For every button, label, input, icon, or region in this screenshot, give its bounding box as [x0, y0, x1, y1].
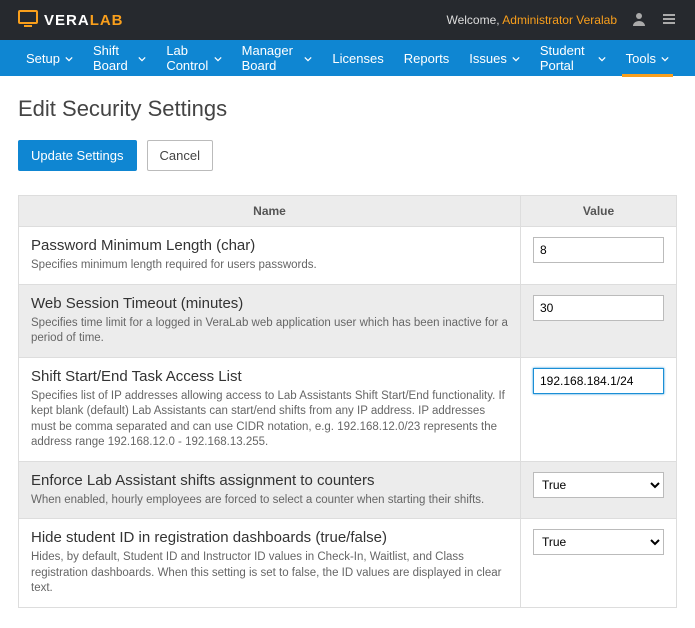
welcome-text: Welcome, Administrator Veralab [446, 13, 617, 27]
table-row: Web Session Timeout (minutes) Specifies t… [19, 284, 677, 357]
cancel-button[interactable]: Cancel [147, 140, 213, 171]
setting-desc: Specifies minimum length required for us… [31, 258, 508, 274]
menu-label: Issues [469, 51, 507, 66]
menu-reports[interactable]: Reports [396, 40, 458, 76]
topbar-right: Welcome, Administrator Veralab [446, 11, 677, 30]
menu-setup[interactable]: Setup [18, 40, 81, 76]
monitor-icon [18, 10, 38, 31]
page-title: Edit Security Settings [18, 96, 677, 122]
chevron-down-icon [512, 51, 520, 66]
setting-input[interactable] [533, 295, 664, 321]
menu-label: Setup [26, 51, 60, 66]
chevron-down-icon [214, 51, 222, 66]
setting-select[interactable]: True [533, 529, 664, 555]
menu-lab-control[interactable]: Lab Control [158, 40, 229, 76]
setting-input[interactable] [533, 237, 664, 263]
value-cell [521, 357, 677, 461]
setting-name: Enforce Lab Assistant shifts assignment … [31, 472, 508, 489]
value-cell [521, 284, 677, 357]
chevron-down-icon [661, 51, 669, 66]
chevron-down-icon [138, 51, 146, 66]
chevron-down-icon [65, 51, 73, 66]
logo-text: VERALAB [44, 12, 124, 29]
menu-licenses[interactable]: Licenses [324, 40, 391, 76]
menu-label: Tools [626, 51, 656, 66]
setting-cell: Web Session Timeout (minutes) Specifies t… [19, 284, 521, 357]
setting-desc: Specifies list of IP addresses allowing … [31, 389, 508, 451]
chevron-down-icon [598, 51, 606, 66]
page-content: Edit Security Settings Update Settings C… [0, 76, 695, 628]
setting-select[interactable]: True [533, 472, 664, 498]
menu-label: Manager Board [242, 43, 300, 73]
setting-cell: Shift Start/End Task Access List Specifie… [19, 357, 521, 461]
settings-table: Name Value Password Minimum Length (char… [18, 195, 677, 608]
menu-label: Shift Board [93, 43, 133, 73]
menu-student-portal[interactable]: Student Portal [532, 40, 614, 76]
menu-tools[interactable]: Tools [618, 40, 677, 76]
logo[interactable]: VERALAB [18, 10, 124, 31]
setting-desc: Specifies time limit for a logged in Ver… [31, 316, 508, 347]
menu-label: Student Portal [540, 43, 593, 73]
col-name-header: Name [19, 196, 521, 227]
menu-issues[interactable]: Issues [461, 40, 528, 76]
setting-name: Password Minimum Length (char) [31, 237, 508, 254]
setting-input[interactable] [533, 368, 664, 394]
menu-manager-board[interactable]: Manager Board [234, 40, 321, 76]
menu-label: Licenses [332, 51, 383, 66]
table-row: Password Minimum Length (char) Specifies … [19, 227, 677, 285]
value-cell [521, 227, 677, 285]
action-bar: Update Settings Cancel [18, 140, 677, 171]
setting-cell: Hide student ID in registration dashboar… [19, 519, 521, 608]
col-value-header: Value [521, 196, 677, 227]
menu-label: Lab Control [166, 43, 208, 73]
update-settings-button[interactable]: Update Settings [18, 140, 137, 171]
setting-desc: Hides, by default, Student ID and Instru… [31, 550, 508, 597]
menu-icon[interactable] [661, 11, 677, 30]
topbar: VERALAB Welcome, Administrator Veralab [0, 0, 695, 40]
setting-cell: Password Minimum Length (char) Specifies … [19, 227, 521, 285]
chevron-down-icon [304, 51, 312, 66]
menu-label: Reports [404, 51, 450, 66]
setting-desc: When enabled, hourly employees are force… [31, 493, 508, 509]
menubar: Setup Shift Board Lab Control Manager Board… [0, 40, 695, 76]
menu-shift-board[interactable]: Shift Board [85, 40, 154, 76]
setting-name: Web Session Timeout (minutes) [31, 295, 508, 312]
setting-name: Hide student ID in registration dashboar… [31, 529, 508, 546]
value-cell: True [521, 519, 677, 608]
user-icon[interactable] [631, 11, 647, 30]
table-row: Hide student ID in registration dashboar… [19, 519, 677, 608]
setting-name: Shift Start/End Task Access List [31, 368, 508, 385]
table-row: Shift Start/End Task Access List Specifie… [19, 357, 677, 461]
